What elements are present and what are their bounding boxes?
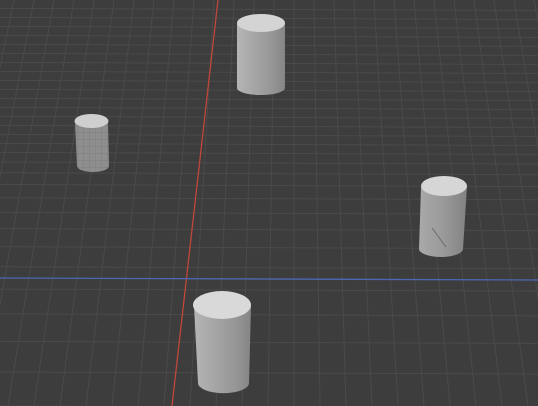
grid-line-horizontal xyxy=(0,106,538,110)
grid-line-vertical xyxy=(0,0,15,71)
y-axis-line xyxy=(0,277,538,281)
grid-line-horizontal xyxy=(0,97,538,101)
grid-line-vertical xyxy=(533,0,538,26)
grid-line-vertical xyxy=(513,0,538,151)
cylinder-left-wireframe[interactable] xyxy=(74,114,110,172)
grid-line-horizontal xyxy=(0,172,538,176)
grid-line-vertical xyxy=(473,0,529,406)
3d-viewport[interactable] xyxy=(0,0,538,406)
grid-line-vertical xyxy=(111,0,155,406)
grid-line-horizontal xyxy=(0,266,538,270)
grid-line-horizontal xyxy=(0,371,538,375)
grid-line-vertical xyxy=(85,0,135,406)
grid-line-vertical xyxy=(0,0,55,308)
grid-line-vertical xyxy=(353,0,373,406)
cylinder-top-center[interactable] xyxy=(237,14,285,95)
grid-line-horizontal xyxy=(0,288,538,292)
grid-line-vertical xyxy=(313,0,321,406)
scene-canvas[interactable] xyxy=(0,0,538,406)
cylinder-bottom-center[interactable] xyxy=(193,291,251,394)
grid-line-vertical xyxy=(333,0,347,406)
grid-line-vertical xyxy=(373,0,399,406)
cylinder-right[interactable] xyxy=(419,176,467,257)
grid-line-vertical xyxy=(59,0,115,406)
grid-line-vertical xyxy=(0,0,35,180)
grid-line-horizontal xyxy=(0,7,538,11)
